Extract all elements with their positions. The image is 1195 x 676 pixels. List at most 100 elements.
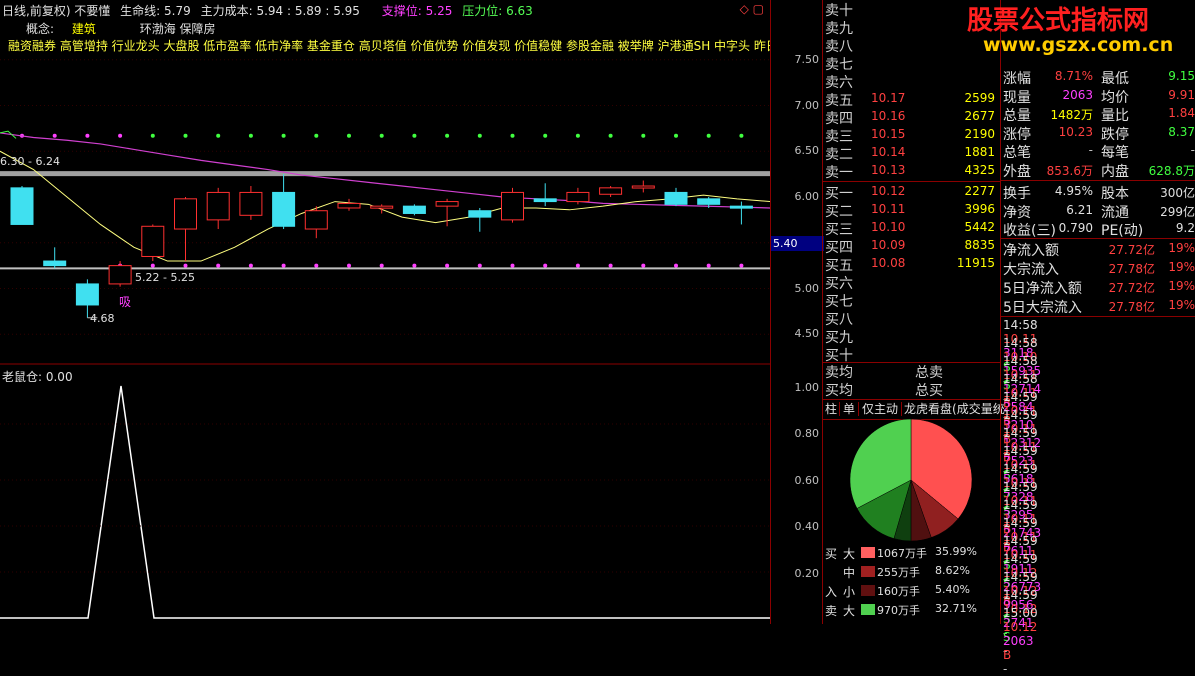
candle-body (304, 210, 328, 230)
divider (1001, 238, 1195, 239)
url-watermark: www.gszx.com.cn (983, 34, 1174, 56)
flow-value: 27.72亿 (1108, 281, 1155, 295)
support-dot (445, 263, 450, 268)
tab-column[interactable]: 柱 (823, 402, 841, 416)
candle-body (75, 283, 99, 306)
order-price: 10.12 (871, 184, 906, 198)
order-level-label: 卖三 (825, 129, 853, 145)
stat-key: 涨幅 (1003, 71, 1031, 87)
price-tick-label: 6.50 (794, 144, 820, 158)
xi-signal-label: 吸 (119, 295, 132, 309)
tick-time: 14:58 (1003, 354, 1038, 368)
price-tick-label: 5.00 (794, 281, 820, 295)
candle-body (402, 205, 426, 214)
tick-row[interactable]: 14:59 10.11 7611 S - (1003, 516, 1195, 586)
sell-row[interactable]: 卖七 (825, 54, 999, 73)
tick-row[interactable]: 15:00 10.12 2063 B - (1003, 606, 1195, 676)
stat-value: 10.23 (1058, 124, 1093, 139)
resistance-dot (118, 133, 123, 138)
stat-value: 6.21 (1066, 202, 1093, 217)
buy-row[interactable]: 买十 (825, 345, 999, 364)
order-level-label: 卖七 (825, 57, 853, 73)
support-dot (150, 263, 155, 268)
candle-body (533, 198, 557, 203)
sell-row[interactable]: 卖五 10.17 2599 (825, 90, 999, 109)
order-volume: 2190 (964, 127, 995, 141)
divider (823, 181, 1001, 182)
tick-row[interactable]: 14:58 10.10 15935 S - (1003, 336, 1195, 406)
buy-row[interactable]: 买四 10.09 8835 (825, 237, 999, 256)
candle-body (43, 260, 67, 267)
tick-time: 14:59 (1003, 444, 1038, 458)
kline-svg (0, 59, 770, 619)
tick-row[interactable]: 14:59 10.11 1911 S - (1003, 534, 1195, 604)
stat-key: 换手 (1003, 186, 1031, 202)
tick-row[interactable]: 14:59 10.11 21743 B - (1003, 498, 1195, 568)
resistance-dot (379, 133, 384, 138)
tick-row[interactable]: 14:59 10.11 3295 B - (1003, 480, 1195, 550)
order-level-label: 卖六 (825, 75, 853, 91)
stat-key: 跌停 (1101, 126, 1129, 143)
resistance-dot (216, 133, 221, 138)
buy-row[interactable]: 买九 (825, 327, 999, 346)
sell-avg-label: 卖均 (825, 365, 853, 381)
order-level-label: 卖二 (825, 147, 853, 163)
stat-key: 涨停 (1003, 126, 1031, 143)
tick-time: 14:59 (1003, 498, 1038, 512)
sell-row[interactable]: 卖八 (825, 36, 999, 55)
stat-value: 1.84 (1168, 106, 1195, 120)
buy-row[interactable]: 买一 10.12 2277 (825, 183, 999, 202)
quote-stat-row: 涨幅 8.71% 最低 9.15 (1003, 68, 1195, 87)
flow-volume: 1067万手 (877, 547, 927, 560)
buy-row[interactable]: 买三 10.10 5442 (825, 219, 999, 238)
tick-row[interactable]: 14:59 10.12 9956 S - (1003, 570, 1195, 640)
flow-key: 大宗流入 (1003, 262, 1059, 278)
stat-value: 300亿 (1160, 186, 1195, 200)
sell-row[interactable]: 卖二 10.14 1881 (825, 144, 999, 163)
tick-row[interactable]: 14:59 10.11 7328 S - (1003, 462, 1195, 532)
order-volume: 2677 (964, 109, 995, 123)
tick-row[interactable]: 14:59 10.12 2741 S - (1003, 588, 1195, 658)
sell-row[interactable]: 卖三 10.15 2190 (825, 126, 999, 145)
support-dot (543, 263, 548, 268)
order-volume: 11915 (956, 256, 995, 270)
tab-active-only[interactable]: 仅主动 (859, 402, 903, 416)
resistance-dot (248, 133, 253, 138)
stat-key: 总量 (1003, 108, 1031, 124)
flow-pct: 19% (1168, 298, 1195, 312)
stat-key: 内盘 (1101, 163, 1129, 180)
tab-single[interactable]: 单 (840, 402, 860, 416)
buy-row[interactable]: 买二 10.11 3996 (825, 201, 999, 220)
candle-body (206, 191, 230, 221)
support-dot (510, 263, 515, 268)
tab-dragon-tiger[interactable]: 龙虎看盘(成交量统 (902, 402, 1007, 416)
sell-row[interactable]: 卖四 10.16 2677 (825, 108, 999, 127)
buy-row[interactable]: 买七 (825, 291, 999, 310)
buy-row[interactable]: 买八 (825, 309, 999, 328)
tick-row[interactable]: 14:58 10.11 12714 B - (1003, 354, 1195, 424)
support-dot (314, 263, 319, 268)
tick-row[interactable]: 14:58 10.11 3118 S - (1003, 318, 1195, 388)
tick-row[interactable]: 14:59 10.11 7523 S - (1003, 426, 1195, 496)
resistance-dot (706, 133, 711, 138)
kline-chart-area[interactable]: 日线,前复权) 不要懂 生命线: 5.79 主力成本: 5.94 : 5.89 … (0, 0, 770, 624)
stats-panel: 股票公式指标网 www.gszx.com.cn 涨幅 8.71% 最低 9.15 现量 2… (967, 0, 1195, 676)
tick-row[interactable]: 14:59 10.11 3210 B - (1003, 390, 1195, 460)
resistance-dot (510, 133, 515, 138)
order-price: 10.15 (871, 127, 906, 141)
resistance-dot (183, 133, 188, 138)
tick-price: 10.12 (1003, 620, 1038, 634)
resistance-dot (52, 133, 57, 138)
buy-row[interactable]: 买五 10.08 11915 (825, 255, 999, 274)
tick-row[interactable]: 14:59 10.11 12312 B - (1003, 408, 1195, 478)
tick-row[interactable]: 14:58 10.11 2584 B - (1003, 372, 1195, 442)
sell-row[interactable]: 卖一 10.13 4325 (825, 162, 999, 181)
flow-value: 27.78亿 (1108, 262, 1155, 276)
tick-row[interactable]: 14:59 10.11 5618 S - (1003, 444, 1195, 514)
stat-value: 299亿 (1160, 204, 1195, 219)
tick-row[interactable]: 14:59 10.12 26773 B - (1003, 552, 1195, 622)
sell-row[interactable]: 卖六 (825, 72, 999, 91)
stat-value: 0.790 (1058, 221, 1093, 235)
stat-value: 4.95% (1054, 184, 1093, 198)
buy-row[interactable]: 买六 (825, 273, 999, 292)
